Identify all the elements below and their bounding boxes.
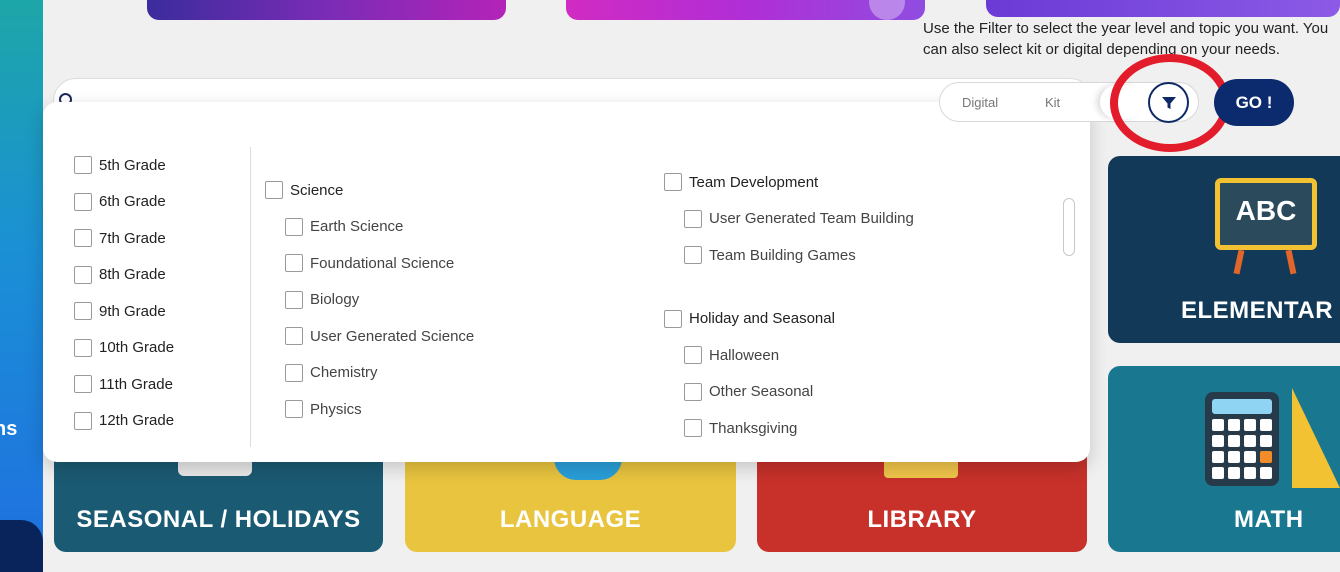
card-label: LIBRARY bbox=[867, 506, 977, 533]
checkbox[interactable] bbox=[664, 309, 682, 328]
checkbox-label: 5th Grade bbox=[99, 156, 166, 174]
subtopic-option[interactable]: Physics bbox=[265, 391, 474, 428]
checkbox[interactable] bbox=[684, 246, 702, 265]
grade-option[interactable]: 11th Grade bbox=[74, 366, 244, 403]
filter-hint-text: Use the Filter to select the year level … bbox=[923, 20, 1329, 58]
mode-kit-option[interactable]: Kit bbox=[1045, 95, 1060, 110]
subtopic-option[interactable]: Thanksgiving bbox=[664, 410, 914, 447]
checkbox[interactable] bbox=[265, 181, 283, 200]
checkbox[interactable] bbox=[74, 375, 92, 394]
checkbox-label: 12th Grade bbox=[99, 412, 175, 430]
mode-digital-option[interactable]: Digital bbox=[962, 95, 998, 110]
grade-list: 5th Grade 6th Grade 7th Grade 8th Grade 9th … bbox=[74, 147, 244, 445]
checkbox[interactable] bbox=[74, 192, 92, 211]
grade-option[interactable]: 9th Grade bbox=[74, 293, 244, 330]
grade-option[interactable]: Adult bbox=[74, 439, 244, 445]
banner-card[interactable] bbox=[986, 0, 1340, 17]
topic-holiday-seasonal[interactable]: Holiday and Seasonal bbox=[664, 301, 914, 338]
science-topics: Science Earth Science Foundational Science… bbox=[265, 172, 474, 428]
team-holiday-topics: Team Development User Generated Team Buil… bbox=[664, 164, 914, 447]
checkbox[interactable] bbox=[74, 156, 92, 175]
subtopic-option[interactable]: Earth Science bbox=[265, 209, 474, 246]
ruler-illustration bbox=[1292, 388, 1340, 488]
highlight-circle bbox=[1110, 54, 1230, 152]
checkbox[interactable] bbox=[74, 229, 92, 248]
subtopic-option[interactable]: Biology bbox=[265, 282, 474, 319]
checkbox[interactable] bbox=[285, 254, 303, 273]
side-panel bbox=[0, 0, 43, 572]
grade-option[interactable]: 5th Grade bbox=[74, 147, 244, 184]
checkbox-label: 10th Grade bbox=[99, 339, 175, 357]
checkbox-label: 8th Grade bbox=[99, 266, 166, 284]
checkbox-label: User Generated Team Building bbox=[709, 210, 914, 228]
checkbox-label: Thanksgiving bbox=[709, 419, 798, 437]
banner-card[interactable] bbox=[566, 0, 925, 20]
checkbox[interactable] bbox=[74, 338, 92, 357]
checkbox-label: Team Development bbox=[689, 173, 819, 191]
chalkboard-illustration: ABC bbox=[1215, 178, 1317, 250]
subtopic-option[interactable]: User Generated Team Building bbox=[664, 201, 914, 238]
checkbox[interactable] bbox=[74, 302, 92, 321]
scrollbar-thumb[interactable] bbox=[1063, 198, 1075, 256]
checkbox-label: Team Building Games bbox=[709, 246, 856, 264]
side-panel-button[interactable] bbox=[0, 520, 43, 572]
checkbox[interactable] bbox=[285, 363, 303, 382]
checkbox[interactable] bbox=[74, 265, 92, 284]
checkbox[interactable] bbox=[684, 382, 702, 401]
grade-option[interactable]: 6th Grade bbox=[74, 184, 244, 221]
checkbox[interactable] bbox=[684, 419, 702, 438]
subtopic-option[interactable]: Halloween bbox=[664, 337, 914, 374]
checkbox-label: Holiday and Seasonal bbox=[689, 310, 835, 328]
grade-option[interactable]: 7th Grade bbox=[74, 220, 244, 257]
grade-option[interactable]: 12th Grade bbox=[74, 403, 244, 440]
checkbox-label: Physics bbox=[310, 400, 362, 418]
grade-option[interactable]: 8th Grade bbox=[74, 257, 244, 294]
checkbox-label: 9th Grade bbox=[99, 302, 166, 320]
grade-option[interactable]: 10th Grade bbox=[74, 330, 244, 367]
calculator-illustration bbox=[1205, 392, 1279, 486]
card-label: MATH bbox=[1234, 506, 1304, 533]
checkbox-label: Other Seasonal bbox=[709, 383, 814, 401]
filter-dropdown: 5th Grade 6th Grade 7th Grade 8th Grade 9th … bbox=[43, 102, 1090, 462]
checkbox-label: Science bbox=[290, 181, 344, 199]
subtopic-option[interactable]: Chemistry bbox=[265, 355, 474, 392]
checkbox-label: 11th Grade bbox=[99, 375, 173, 393]
checkbox-label: Foundational Science bbox=[310, 254, 455, 272]
subtopic-option[interactable]: Foundational Science bbox=[265, 245, 474, 282]
go-button[interactable]: GO ! bbox=[1214, 79, 1294, 126]
checkbox[interactable] bbox=[285, 327, 303, 346]
subtopic-option[interactable]: Other Seasonal bbox=[664, 374, 914, 411]
card-label: SEASONAL / HOLIDAYS bbox=[76, 506, 361, 533]
card-label: ELEMENTAR bbox=[1181, 297, 1334, 324]
checkbox[interactable] bbox=[285, 217, 303, 236]
topic-team-development[interactable]: Team Development bbox=[664, 164, 914, 201]
checkbox[interactable] bbox=[684, 209, 702, 228]
side-panel-text: ns bbox=[0, 418, 18, 440]
checkbox-label: Halloween bbox=[709, 346, 780, 364]
checkbox-label: Biology bbox=[310, 291, 360, 309]
subtopic-option[interactable]: User Generated Science bbox=[265, 318, 474, 355]
divider bbox=[250, 147, 251, 447]
card-label: LANGUAGE bbox=[499, 506, 642, 533]
checkbox-label: Earth Science bbox=[310, 218, 404, 236]
checkbox[interactable] bbox=[684, 346, 702, 365]
checkbox-label: 6th Grade bbox=[99, 193, 166, 211]
checkbox[interactable] bbox=[664, 173, 682, 192]
topic-science[interactable]: Science bbox=[265, 172, 474, 209]
checkbox[interactable] bbox=[74, 411, 92, 430]
checkbox[interactable] bbox=[285, 400, 303, 419]
checkbox[interactable] bbox=[285, 290, 303, 309]
banner-card[interactable] bbox=[147, 0, 506, 20]
checkbox-label: Chemistry bbox=[310, 364, 378, 382]
subtopic-option[interactable]: Team Building Games bbox=[664, 237, 914, 274]
checkbox-label: User Generated Science bbox=[310, 327, 475, 345]
checkbox-label: 7th Grade bbox=[99, 229, 166, 247]
